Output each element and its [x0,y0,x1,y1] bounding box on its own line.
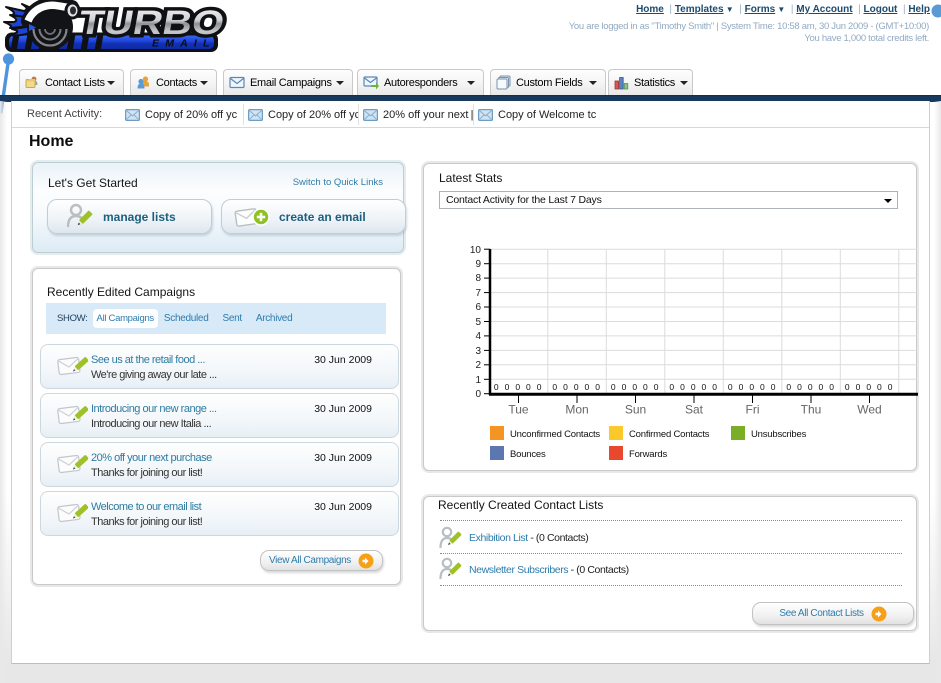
svg-text:Mon: Mon [565,403,588,417]
svg-text:0: 0 [760,382,765,392]
svg-text:Unsubscribes: Unsubscribes [751,429,807,440]
svg-text:0: 0 [654,382,659,392]
svg-text:0: 0 [494,382,499,392]
svg-text:0: 0 [691,382,696,392]
svg-text:Sun: Sun [625,403,646,417]
svg-text:Bounces: Bounces [510,449,546,460]
svg-text:8: 8 [475,273,481,284]
svg-text:0: 0 [585,382,590,392]
svg-text:0: 0 [505,382,510,392]
svg-text:Unconfirmed Contacts: Unconfirmed Contacts [510,429,600,440]
svg-text:0: 0 [866,382,871,392]
svg-text:9: 9 [475,259,481,270]
svg-text:0: 0 [877,382,882,392]
svg-text:10: 10 [470,245,482,256]
svg-text:5: 5 [475,317,481,328]
svg-text:Tue: Tue [508,403,529,417]
svg-text:Thu: Thu [801,403,822,417]
svg-text:0: 0 [475,389,481,400]
svg-text:0: 0 [526,382,531,392]
svg-text:0: 0 [595,382,600,392]
svg-text:0: 0 [819,382,824,392]
svg-text:4: 4 [475,331,481,342]
svg-text:0: 0 [845,382,850,392]
svg-text:3: 3 [475,346,481,357]
svg-text:0: 0 [563,382,568,392]
svg-text:0: 0 [680,382,685,392]
svg-text:0: 0 [808,382,813,392]
svg-text:0: 0 [574,382,579,392]
svg-text:2: 2 [475,360,481,371]
svg-text:0: 0 [829,382,834,392]
svg-text:0: 0 [856,382,861,392]
svg-text:Sat: Sat [685,403,704,417]
svg-text:0: 0 [728,382,733,392]
svg-text:7: 7 [475,288,481,299]
svg-text:0: 0 [771,382,776,392]
svg-text:0: 0 [797,382,802,392]
svg-text:0: 0 [515,382,520,392]
svg-text:0: 0 [786,382,791,392]
svg-text:0: 0 [622,382,627,392]
svg-text:6: 6 [475,302,481,313]
svg-text:Forwards: Forwards [629,449,667,460]
svg-text:0: 0 [749,382,754,392]
svg-text:0: 0 [888,382,893,392]
svg-text:0: 0 [702,382,707,392]
svg-text:0: 0 [643,382,648,392]
svg-text:0: 0 [552,382,557,392]
svg-text:0: 0 [537,382,542,392]
svg-text:Wed: Wed [857,403,881,417]
svg-text:0: 0 [712,382,717,392]
svg-text:0: 0 [611,382,616,392]
svg-text:Fri: Fri [746,403,760,417]
svg-text:TURBO: TURBO [76,4,228,42]
svg-text:0: 0 [632,382,637,392]
svg-text:1: 1 [475,375,481,386]
svg-text:Confirmed Contacts: Confirmed Contacts [629,429,710,440]
svg-text:0: 0 [669,382,674,392]
svg-text:0: 0 [739,382,744,392]
